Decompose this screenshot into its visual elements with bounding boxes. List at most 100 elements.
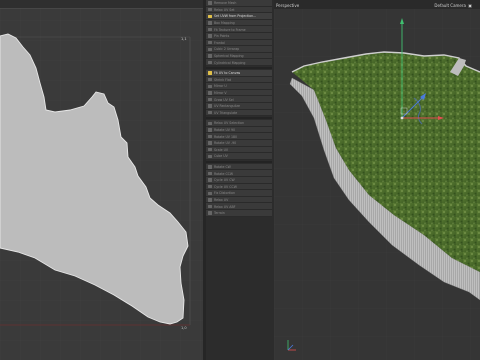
tool-icon — [208, 7, 212, 12]
tool-item[interactable]: Rotate CW — [206, 163, 272, 171]
tool-icon — [208, 84, 212, 89]
uv-corner-top-label: 1,1 — [181, 37, 187, 41]
uv-corner-bottom-label: 1,0 — [181, 326, 187, 330]
tool-label: Relax UV — [214, 197, 229, 202]
tool-label: UV Triangulate — [214, 110, 238, 115]
tool-icon — [208, 27, 212, 32]
tool-icon — [208, 121, 212, 126]
tool-icon — [208, 147, 212, 152]
tool-item[interactable]: UV Rectangulize — [206, 103, 272, 110]
tool-item[interactable]: Relax UV — [206, 196, 272, 204]
tool-label: Fit UV to Canvas — [214, 71, 241, 76]
camera-selector[interactable]: Default Camera — [434, 3, 466, 8]
tool-label: Cycle UV CCW — [214, 184, 237, 189]
camera-icon[interactable]: ▣ — [468, 3, 472, 8]
perspective-viewport[interactable]: Perspective Default Camera ▣ — [274, 0, 480, 360]
tool-icon — [208, 184, 212, 189]
tool-item[interactable]: UV Triangulate — [206, 109, 272, 117]
tool-icon — [208, 104, 212, 108]
tool-item[interactable]: Relax UV Set — [206, 6, 272, 14]
tool-icon — [208, 97, 212, 102]
tool-icon — [208, 178, 212, 182]
tool-separator — [206, 160, 272, 163]
tool-icon — [208, 171, 212, 176]
tool-item[interactable]: Pin Points — [206, 33, 272, 40]
tool-icon — [208, 198, 212, 202]
tool-icon — [208, 14, 212, 19]
tool-label: Cubic 2 Unwrap — [214, 47, 240, 52]
tool-separator — [206, 67, 272, 69]
tool-icon — [208, 71, 212, 75]
viewport-header: Perspective Default Camera ▣ — [274, 0, 480, 9]
tool-icon — [208, 204, 212, 209]
tool-icon — [208, 60, 212, 65]
tool-item[interactable]: Box Mapping — [206, 19, 272, 27]
tool-item[interactable]: Cycle UV CCW — [206, 183, 272, 191]
tool-item[interactable]: Grow UV Sel — [206, 96, 272, 103]
tool-icon — [208, 77, 212, 82]
tool-icon — [208, 34, 212, 38]
tool-item[interactable]: Mirror U — [206, 83, 272, 90]
tool-item[interactable]: Terrain — [206, 210, 272, 217]
tool-label: Rotate CCW — [214, 171, 234, 176]
uv-canvas[interactable]: 1,1 1,0 — [0, 0, 203, 360]
gizmo-center — [400, 116, 404, 120]
tool-icon — [208, 1, 212, 5]
tool-label: Mirror V — [214, 90, 227, 95]
tool-item[interactable]: Cube UV — [206, 153, 272, 160]
tool-label: Remove Mesh — [214, 1, 237, 6]
uv-editor-panel[interactable]: 1,1 1,0 — [0, 0, 203, 360]
tool-item[interactable]: Relax UV ABF — [206, 203, 272, 210]
tool-icon — [208, 141, 212, 145]
tool-label: Terrain — [214, 211, 225, 216]
tool-label: Cylindrical Mapping — [214, 60, 246, 65]
tool-item[interactable]: Frontal — [206, 39, 272, 47]
tool-icon — [208, 91, 212, 95]
tool-icon — [208, 40, 212, 45]
tool-icon — [208, 134, 212, 139]
tool-item[interactable]: Set UVW from Projection... — [206, 13, 272, 20]
tool-item[interactable]: Remove Mesh — [206, 0, 272, 7]
tool-label: Cycle UV CW — [214, 178, 235, 183]
tool-item[interactable]: Scale UV — [206, 146, 272, 154]
tool-label: Relax UV ABF — [214, 204, 236, 209]
tool-label: Rotate UV 180 — [214, 134, 238, 139]
tool-item[interactable]: Cubic 2 Unwrap — [206, 46, 272, 53]
viewport-canvas[interactable] — [274, 0, 480, 360]
tool-separator — [206, 117, 272, 120]
tool-icon — [208, 211, 212, 215]
tool-item[interactable]: Fit UV to Canvas — [206, 70, 272, 77]
tool-item[interactable]: Rotate CCW — [206, 170, 272, 177]
tool-item[interactable]: Fit Texture to Frame — [206, 26, 272, 33]
tool-icon — [208, 54, 212, 58]
tool-label: Box Mapping — [214, 20, 235, 25]
tool-label: Scale UV — [214, 147, 229, 152]
tool-icon — [208, 21, 212, 25]
viewport-title[interactable]: Perspective — [276, 3, 299, 8]
tool-item[interactable]: Cycle UV CW — [206, 177, 272, 184]
tool-label: Rotate UV 90 — [214, 127, 236, 132]
tool-item[interactable]: Cylindrical Mapping — [206, 59, 272, 66]
tool-label: Shrink Flat — [214, 77, 232, 82]
tool-label: Relax UV Selection — [214, 121, 244, 126]
tool-icon — [208, 165, 212, 169]
tool-label: Mirror U — [214, 84, 227, 89]
tool-label: Relax UV Set — [214, 7, 235, 12]
tool-item[interactable]: Rotate UV -90 — [206, 140, 272, 147]
tool-item[interactable]: Relax UV Selection — [206, 120, 272, 127]
tool-label: Grow UV Sel — [214, 97, 234, 102]
uv-tools-panel: Remove Mesh Relax UV Set Set UVW from Proj… — [203, 0, 274, 360]
tool-label: Pin Points — [214, 34, 230, 39]
tool-label: Set UVW from Projection... — [214, 14, 257, 19]
tool-item[interactable]: Spherical Mapping — [206, 52, 272, 60]
tool-item[interactable]: Fix Distortion — [206, 190, 272, 197]
tool-item[interactable]: Rotate UV 180 — [206, 133, 272, 140]
tool-icon — [208, 47, 212, 52]
tool-item[interactable]: Rotate UV 90 — [206, 126, 272, 134]
tool-icon — [208, 191, 212, 196]
tool-item[interactable]: Shrink Flat — [206, 76, 272, 84]
tool-label: Rotate UV -90 — [214, 141, 237, 146]
tool-label: Spherical Mapping — [214, 53, 244, 58]
tool-item[interactable]: Mirror V — [206, 89, 272, 97]
tool-icon — [208, 110, 212, 115]
